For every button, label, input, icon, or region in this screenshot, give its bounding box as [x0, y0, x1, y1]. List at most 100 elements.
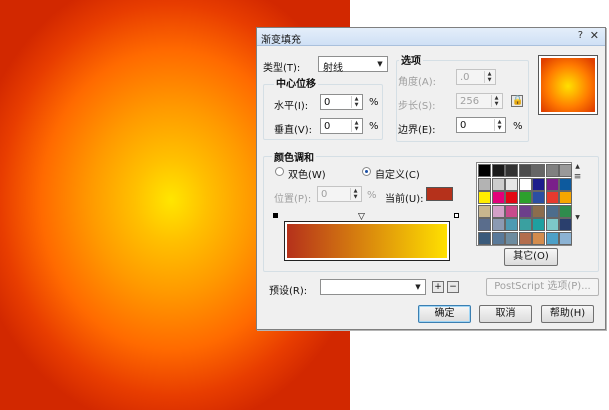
center-offset-label: 中心位移 — [274, 75, 318, 90]
palette-swatch[interactable] — [478, 218, 491, 231]
spin-arrows-icon[interactable]: ▲ ▼ — [351, 96, 361, 108]
palette-swatch[interactable] — [518, 177, 532, 191]
palette-swatch[interactable] — [505, 231, 518, 245]
fill-preview — [538, 55, 598, 115]
spin-arrows-icon[interactable]: ▲ ▼ — [350, 188, 360, 200]
current-label: 当前(U): — [385, 194, 424, 205]
angle-label: 角度(A): — [398, 77, 437, 88]
two-color-radio[interactable] — [275, 167, 284, 176]
gradient-preview-strip — [287, 224, 447, 258]
position-percent: % — [367, 190, 377, 201]
palette-swatch[interactable] — [545, 218, 559, 231]
palette-scrollbar[interactable]: ▲ ≡ ▼ — [573, 162, 582, 246]
angle-spinner[interactable]: .0 ▲ ▼ — [456, 69, 496, 85]
help-icon[interactable]: ? — [578, 30, 583, 41]
palette-swatch[interactable] — [505, 177, 518, 191]
palette-swatch[interactable] — [478, 164, 491, 177]
position-spinner[interactable]: 0 ▲ ▼ — [317, 186, 362, 202]
palette-swatch[interactable] — [545, 164, 559, 177]
vertical-value: 0 — [324, 121, 331, 132]
cancel-button[interactable]: 取消 — [479, 305, 532, 323]
palette-swatch[interactable] — [559, 191, 572, 204]
palette-swatch[interactable] — [559, 231, 572, 245]
horizontal-value: 0 — [324, 97, 331, 108]
palette-swatch[interactable] — [532, 218, 545, 231]
edge-pad-value: 0 — [460, 120, 467, 131]
position-value: 0 — [321, 189, 328, 200]
horizontal-label: 水平(I): — [274, 101, 309, 112]
palette-swatch[interactable] — [518, 231, 532, 245]
help-button[interactable]: 帮助(H) — [541, 305, 594, 323]
custom-radio[interactable] — [362, 167, 371, 176]
postscript-options-button[interactable]: PostScript 选项(P)... — [486, 278, 599, 296]
palette-swatch[interactable] — [545, 177, 559, 191]
palette-swatch[interactable] — [491, 177, 505, 191]
scroll-up-icon[interactable]: ▲ — [575, 163, 580, 170]
remove-preset-icon[interactable]: − — [447, 281, 459, 293]
spin-arrows-icon[interactable]: ▲ ▼ — [351, 120, 361, 132]
type-select[interactable]: 射线 ▼ — [318, 56, 388, 74]
palette-swatch[interactable] — [559, 164, 572, 177]
color-palette[interactable] — [476, 162, 572, 246]
palette-swatch[interactable] — [545, 191, 559, 204]
angle-value: .0 — [460, 72, 470, 83]
palette-swatch[interactable] — [478, 231, 491, 245]
palette-swatch[interactable] — [559, 204, 572, 218]
palette-swatch[interactable] — [505, 164, 518, 177]
palette-swatch[interactable] — [545, 204, 559, 218]
end-color-marker[interactable] — [454, 213, 459, 218]
steps-spinner[interactable]: 256 ▲ ▼ — [456, 93, 503, 109]
scroll-thumb-icon[interactable]: ≡ — [574, 172, 582, 182]
palette-swatch[interactable] — [532, 191, 545, 204]
spin-arrows-icon[interactable]: ▲ ▼ — [491, 95, 501, 107]
horizontal-spinner[interactable]: 0 ▲ ▼ — [320, 94, 363, 110]
add-preset-icon[interactable]: + — [432, 281, 444, 293]
two-color-label: 双色(W) — [288, 170, 326, 181]
palette-swatch[interactable] — [518, 191, 532, 204]
palette-swatch[interactable] — [545, 231, 559, 245]
palette-swatch[interactable] — [505, 218, 518, 231]
palette-swatch[interactable] — [518, 164, 532, 177]
palette-swatch[interactable] — [491, 164, 505, 177]
chevron-down-icon: ▼ — [377, 60, 383, 68]
presets-label: 预设(R): — [269, 286, 308, 297]
gradient-editor-bar[interactable] — [284, 221, 450, 261]
palette-swatch[interactable] — [518, 204, 532, 218]
palette-swatch[interactable] — [505, 204, 518, 218]
vertical-spinner[interactable]: 0 ▲ ▼ — [320, 118, 363, 134]
edge-pad-spinner[interactable]: 0 ▲ ▼ — [456, 117, 506, 133]
lock-icon[interactable]: 🔒 — [511, 95, 523, 107]
start-color-marker[interactable] — [273, 213, 278, 218]
palette-swatch[interactable] — [491, 231, 505, 245]
palette-swatch[interactable] — [532, 177, 545, 191]
palette-swatch[interactable] — [505, 191, 518, 204]
palette-swatch[interactable] — [478, 191, 491, 204]
palette-swatch[interactable] — [491, 218, 505, 231]
palette-swatch[interactable] — [491, 204, 505, 218]
palette-swatch[interactable] — [491, 191, 505, 204]
close-icon[interactable]: ✕ — [590, 29, 599, 42]
color-blend-label: 颜色调和 — [272, 149, 316, 164]
current-color-swatch[interactable] — [426, 187, 453, 201]
horizontal-percent: % — [369, 97, 379, 108]
vertical-percent: % — [369, 121, 379, 132]
palette-swatch[interactable] — [532, 204, 545, 218]
scroll-down-icon[interactable]: ▼ — [575, 214, 580, 221]
spin-arrows-icon[interactable]: ▲ ▼ — [494, 119, 504, 131]
type-label: 类型(T): — [263, 63, 301, 74]
palette-swatch[interactable] — [478, 177, 491, 191]
spin-arrows-icon[interactable]: ▲ ▼ — [484, 71, 494, 83]
palette-swatch[interactable] — [532, 231, 545, 245]
palette-swatch[interactable] — [559, 218, 572, 231]
options-label: 选项 — [399, 52, 423, 67]
steps-label: 步长(S): — [398, 101, 436, 112]
palette-swatch[interactable] — [518, 218, 532, 231]
ok-button[interactable]: 确定 — [418, 305, 471, 323]
presets-select[interactable]: ▼ — [320, 279, 426, 295]
other-colors-button[interactable]: 其它(O) — [504, 248, 558, 266]
vertical-label: 垂直(V): — [274, 125, 313, 136]
palette-swatch[interactable] — [532, 164, 545, 177]
midpoint-marker-icon[interactable]: ▽ — [358, 213, 365, 222]
palette-swatch[interactable] — [559, 177, 572, 191]
palette-swatch[interactable] — [478, 204, 491, 218]
